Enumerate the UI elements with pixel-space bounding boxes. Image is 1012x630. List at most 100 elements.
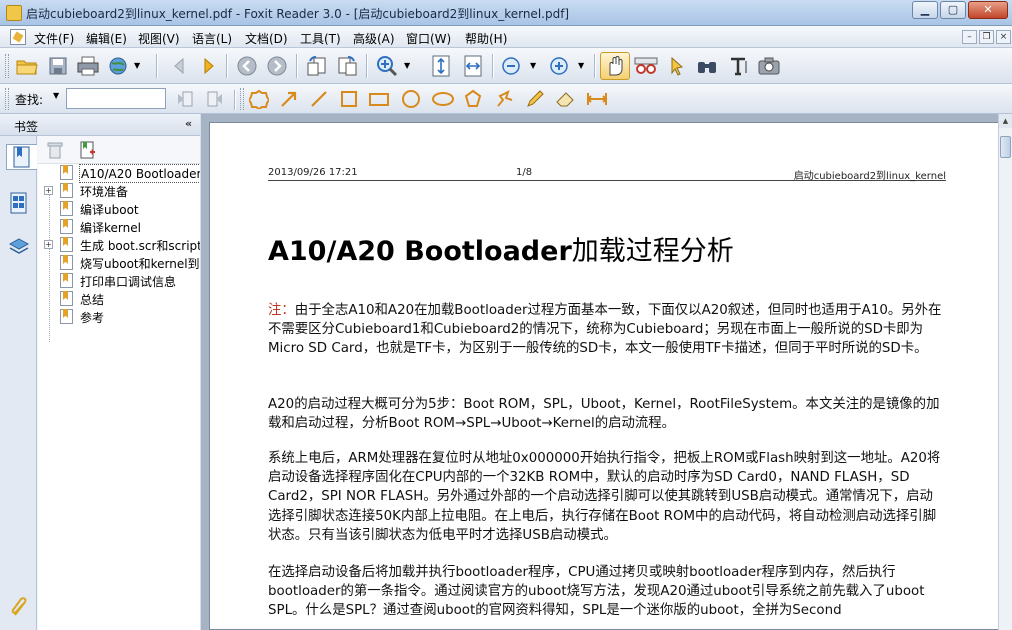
web-globe-icon[interactable] — [106, 53, 132, 79]
page-thumbnails-tab-icon[interactable] — [6, 190, 32, 216]
bookmark-page-icon — [60, 273, 73, 288]
find-input[interactable] — [66, 88, 166, 109]
hand-tool-icon[interactable] — [600, 52, 630, 80]
menu-help[interactable]: 帮助(H) — [465, 30, 507, 47]
scrollbar-thumb[interactable] — [1000, 136, 1011, 158]
bookmark-page-icon — [60, 165, 73, 180]
find-options-arrow-icon[interactable]: ▼ — [53, 91, 59, 100]
zoom-out-dropdown-arrow-icon[interactable]: ▼ — [530, 61, 536, 70]
fit-width-icon[interactable] — [460, 53, 486, 79]
menu-document[interactable]: 文档(D) — [245, 30, 288, 47]
eraser-tool-icon[interactable] — [552, 86, 578, 112]
menu-tools[interactable]: 工具(T) — [300, 30, 341, 47]
bookmarks-tree: A10/A20 Bootloader加载过程分析 + 环境准备 编译uboot … — [38, 136, 200, 630]
minimize-button[interactable]: ▁ — [912, 1, 938, 19]
mdi-minimize-button[interactable]: – — [962, 30, 977, 44]
square-tool-icon[interactable] — [336, 86, 362, 112]
bookmark-item[interactable]: 编译kernel — [38, 218, 200, 236]
rotate-right-icon[interactable] — [334, 53, 360, 79]
menu-file[interactable]: 文件(F) — [34, 30, 74, 47]
select-arrow-icon[interactable] — [664, 53, 690, 79]
line-tool-icon[interactable] — [306, 86, 332, 112]
next-page-icon[interactable] — [196, 53, 222, 79]
bookmark-page-icon — [60, 237, 73, 252]
zoom-out-circle-icon[interactable] — [498, 53, 524, 79]
polygon-tool-icon[interactable] — [460, 86, 486, 112]
maximize-button[interactable]: ▢ — [940, 1, 966, 19]
toolbar-separator — [226, 54, 227, 78]
select-text-icon[interactable] — [726, 53, 752, 79]
bookmark-item[interactable]: 烧写uboot和kernel到SD卡 — [38, 254, 200, 272]
menu-window[interactable]: 窗口(W) — [406, 30, 451, 47]
rotate-left-icon[interactable] — [304, 53, 330, 79]
print-icon[interactable] — [75, 53, 101, 79]
typewriter-glasses-icon[interactable] — [633, 53, 659, 79]
attachments-paperclip-icon[interactable] — [6, 594, 32, 620]
go-back-icon[interactable] — [234, 53, 260, 79]
zoom-in-circle-icon[interactable] — [546, 53, 572, 79]
toolbar-separator — [156, 54, 157, 78]
expand-plus-icon[interactable]: + — [44, 240, 53, 249]
bookmark-item[interactable]: 总结 — [38, 290, 200, 308]
bookmark-item[interactable]: + 环境准备 — [38, 182, 200, 200]
distance-tool-icon[interactable] — [584, 86, 610, 112]
toolbar-grip[interactable] — [240, 88, 244, 110]
snapshot-camera-icon[interactable] — [756, 53, 782, 79]
collapse-panel-icon[interactable]: « — [185, 117, 192, 130]
menu-language[interactable]: 语言(L) — [192, 30, 232, 47]
find-label: 查找: — [15, 93, 44, 107]
menu-edit[interactable]: 编辑(E) — [86, 30, 127, 47]
paragraph-4: 在选择启动设备后将加载并执行bootloader程序，CPU通过拷贝或映射boo… — [268, 565, 925, 619]
page-header: 2013/09/26 17:21 1/8 启动cubieboard2到linux… — [268, 167, 946, 182]
scroll-up-arrow-icon[interactable]: ▲ — [999, 114, 1012, 128]
document-icon[interactable] — [10, 29, 26, 45]
close-button[interactable]: ✕ — [968, 1, 1008, 19]
title-bar: 启动cubieboard2到linux_kernel.pdf - Foxit R… — [0, 0, 1012, 26]
binoculars-icon[interactable] — [694, 53, 720, 79]
zoom-dropdown-arrow-icon[interactable]: ▼ — [404, 61, 410, 70]
circle-tool-icon[interactable] — [398, 86, 424, 112]
zoom-in-dropdown-arrow-icon[interactable]: ▼ — [578, 61, 584, 70]
rectangle-tool-icon[interactable] — [366, 86, 392, 112]
bookmark-item[interactable]: 参考 — [38, 308, 200, 326]
document-title-en: A10/A20 Bootloader — [268, 236, 572, 267]
document-view[interactable]: 2013/09/26 17:21 1/8 启动cubieboard2到linux… — [201, 114, 1012, 630]
bookmarks-tab-icon[interactable] — [6, 144, 37, 170]
mdi-close-button[interactable]: × — [996, 30, 1011, 44]
ellipse-tool-icon[interactable] — [430, 86, 456, 112]
vertical-scrollbar[interactable]: ▲ — [998, 114, 1012, 630]
add-bookmark-icon[interactable] — [74, 137, 100, 163]
delete-bookmark-trash-icon[interactable] — [42, 137, 68, 163]
fit-page-icon[interactable] — [428, 53, 454, 79]
find-previous-icon[interactable] — [172, 86, 198, 112]
polygon-cloud-icon[interactable] — [246, 86, 272, 112]
bookmark-item[interactable]: 打印串口调试信息 — [38, 272, 200, 290]
toolbar-grip[interactable] — [5, 88, 9, 110]
bookmark-item[interactable]: A10/A20 Bootloader加载过程分析 — [38, 164, 200, 183]
previous-page-icon[interactable] — [166, 53, 192, 79]
menu-advanced[interactable]: 高级(A) — [353, 30, 395, 47]
go-forward-icon[interactable] — [264, 53, 290, 79]
toolbar-separator — [234, 90, 235, 110]
toolbar-separator — [366, 54, 367, 78]
expand-plus-icon[interactable]: + — [44, 186, 53, 195]
mdi-restore-button[interactable]: ❐ — [979, 30, 994, 44]
menu-view[interactable]: 视图(V) — [138, 30, 180, 47]
bookmark-page-icon — [60, 183, 73, 198]
bookmark-item[interactable]: + 生成 boot.scr和script.bin — [38, 236, 200, 254]
save-icon[interactable] — [45, 53, 71, 79]
zoom-in-icon[interactable] — [374, 53, 400, 79]
find-next-icon[interactable] — [202, 86, 228, 112]
bookmark-item[interactable]: 编译uboot — [38, 200, 200, 218]
bookmark-page-icon — [60, 309, 73, 324]
web-dropdown-arrow-icon[interactable]: ▼ — [134, 61, 140, 70]
arrow-tool-icon[interactable] — [276, 86, 302, 112]
pencil-tool-icon[interactable] — [522, 86, 548, 112]
layers-tab-icon[interactable] — [6, 234, 32, 260]
open-folder-icon[interactable] — [14, 53, 40, 79]
toolbar-grip[interactable] — [5, 54, 9, 78]
bookmark-tools — [38, 136, 200, 164]
paragraph-3: 系统上电后，ARM处理器在复位时从地址0x000000开始执行指令，把板上ROM… — [268, 451, 941, 543]
pdf-page[interactable]: 2013/09/26 17:21 1/8 启动cubieboard2到linux… — [209, 122, 999, 630]
polyline-tool-icon[interactable] — [492, 86, 518, 112]
